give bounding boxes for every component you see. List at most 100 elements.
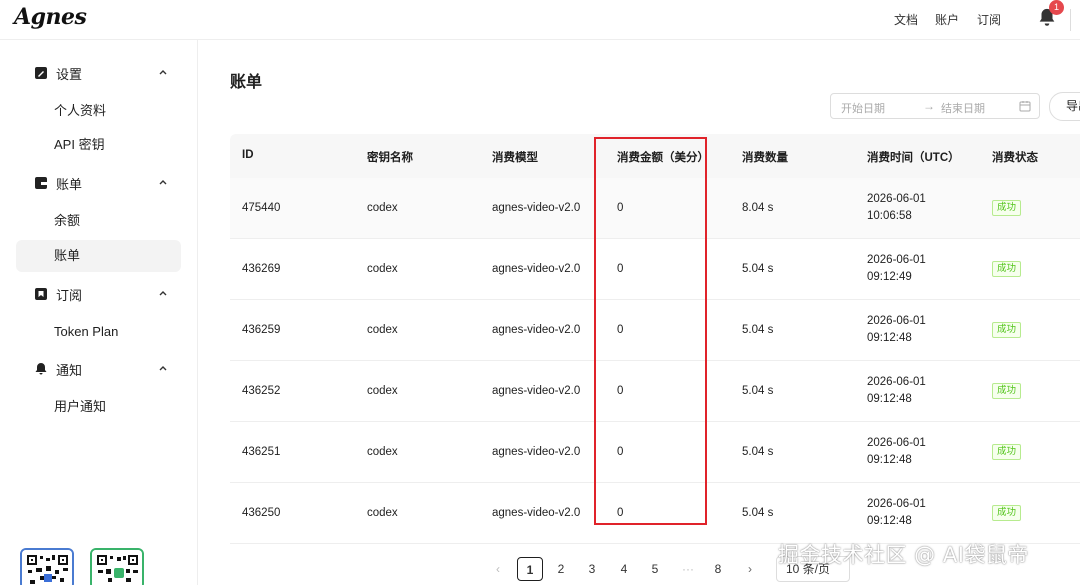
cell-model: agnes-video-v2.0 [492,507,581,519]
bookmark-icon [35,288,47,300]
end-date-input[interactable]: 结束日期 [941,100,985,116]
sidebar-group-subscription[interactable]: 订阅 [16,278,182,310]
cell-date: 2026-06-01 [867,498,926,510]
agnes-logo[interactable]: Agnes [14,4,87,30]
pagination-page-2[interactable]: 2 [553,557,569,581]
sidebar-group-label: 订阅 [56,287,83,303]
status-badge: 成功 [992,322,1022,338]
column-header-quantity[interactable]: 消费数量 [742,149,788,165]
wallet-icon [35,177,47,189]
watermark-text: 掘金技术社区 @ AI袋鼠帝 [778,543,1029,567]
cell-id: 436252 [242,385,281,397]
sidebar-item-token-plan[interactable]: Token Plan [16,316,181,348]
bell-icon [35,363,47,375]
cell-quantity: 8.04 s [742,202,774,214]
nav-subscribe[interactable]: 订阅 [977,11,1001,28]
nav-docs[interactable]: 文档 [894,11,918,28]
sidebar-item-profile[interactable]: 个人资料 [16,95,181,127]
cell-key-name: codex [367,507,398,519]
nav-account[interactable]: 账户 [935,11,959,28]
cell-model: agnes-video-v2.0 [492,324,581,336]
sidebar-item-balance[interactable]: 余额 [16,205,181,237]
cell-model: agnes-video-v2.0 [492,385,581,397]
top-bar: Agnes 文档 账户 订阅 1 [0,0,1080,40]
status-badge: 成功 [992,383,1022,399]
cell-time: 09:12:48 [867,454,912,466]
header-divider [1070,9,1080,31]
cell-id: 436269 [242,263,281,275]
cell-key-name: codex [367,385,398,397]
cell-time: 09:12:48 [867,393,912,405]
page-title: 账单 [230,74,263,91]
export-button[interactable]: 导出 [1049,92,1080,121]
sidebar-group-billing[interactable]: 账单 [16,167,182,199]
sidebar-group-label: 通知 [56,362,83,378]
cell-date: 2026-06-01 [867,376,926,388]
pagination-prev-button[interactable]: ‹ [490,557,506,581]
calendar-icon[interactable] [1019,100,1031,112]
cell-key-name: codex [367,202,398,214]
cell-quantity: 5.04 s [742,385,774,397]
pagination-page-3[interactable]: 3 [584,557,600,581]
cell-model: agnes-video-v2.0 [492,263,581,275]
cell-time: 09:12:49 [867,271,912,283]
start-date-input[interactable]: 开始日期 [841,100,885,116]
cell-key-name: codex [367,446,398,458]
cell-id: 436250 [242,507,281,519]
status-badge: 成功 [992,200,1022,216]
sidebar-item-user-notifications[interactable]: 用户通知 [16,391,181,423]
cell-quantity: 5.04 s [742,324,774,336]
chevron-up-icon[interactable] [158,363,168,373]
column-header-model[interactable]: 消费模型 [492,149,538,165]
sidebar-item-api-keys[interactable]: API 密钥 [16,129,181,161]
status-badge: 成功 [992,444,1022,460]
pagination-page-5[interactable]: 5 [647,557,663,581]
cell-key-name: codex [367,263,398,275]
cell-time: 10:06:58 [867,210,912,222]
cell-id: 436251 [242,446,281,458]
arrow-right-icon: → [923,99,935,113]
pagination-next-button[interactable]: › [742,557,758,581]
cell-date: 2026-06-01 [867,437,926,449]
cell-key-name: codex [367,324,398,336]
sidebar-group-settings[interactable]: 设置 [16,57,182,89]
cell-id: 436259 [242,324,281,336]
sidebar: 设置 个人资料 API 密钥 账单 余额 账单 订阅 Token Plan 通知… [0,40,198,585]
cell-quantity: 5.04 s [742,446,774,458]
pagination-page-4[interactable]: 4 [616,557,632,581]
cell-model: agnes-video-v2.0 [492,446,581,458]
column-header-time[interactable]: 消费时间（UTC） [867,149,960,165]
chevron-up-icon[interactable] [158,67,168,77]
pagination-page-1[interactable]: 1 [517,557,543,581]
cell-date: 2026-06-01 [867,315,926,327]
settings-icon [35,67,47,79]
cell-time: 09:12:48 [867,332,912,344]
qr-code-image[interactable] [90,548,144,585]
sidebar-group-label: 账单 [56,176,83,192]
pagination-page-8[interactable]: 8 [710,557,726,581]
amount-column-highlight [594,137,707,525]
cell-model: agnes-video-v2.0 [492,202,581,214]
qr-code-image[interactable] [20,548,74,585]
cell-date: 2026-06-01 [867,254,926,266]
sidebar-group-notifications[interactable]: 通知 [16,353,182,385]
column-header-status[interactable]: 消费状态 [992,149,1038,165]
chevron-up-icon[interactable] [158,177,168,187]
date-range-picker[interactable]: 开始日期 → 结束日期 [830,93,1040,119]
qr-code-icon [92,550,142,585]
sidebar-group-label: 设置 [56,66,83,82]
status-badge: 成功 [992,261,1022,277]
column-header-key-name[interactable]: 密钥名称 [367,149,413,165]
sidebar-item-bills[interactable]: 账单 [16,240,181,272]
chevron-up-icon[interactable] [158,288,168,298]
cell-time: 09:12:48 [867,515,912,527]
cell-quantity: 5.04 s [742,263,774,275]
pagination-ellipsis[interactable]: ··· [676,557,700,581]
qr-code-icon [22,550,72,585]
cell-quantity: 5.04 s [742,507,774,519]
notification-badge: 1 [1049,0,1064,15]
cell-date: 2026-06-01 [867,193,926,205]
cell-id: 475440 [242,202,281,214]
status-badge: 成功 [992,505,1022,521]
column-header-id[interactable]: ID [242,149,254,161]
